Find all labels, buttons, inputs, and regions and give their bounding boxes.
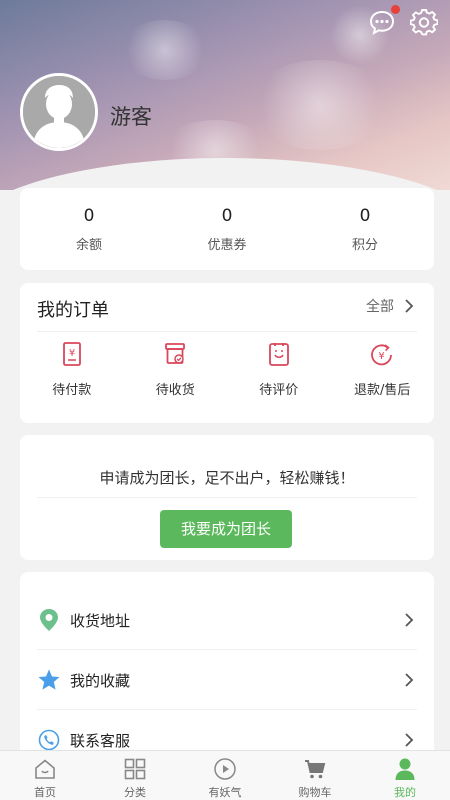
chevron-right-icon	[405, 613, 414, 627]
order-pending-delivery[interactable]: 待收货	[124, 341, 228, 398]
menu-item-favorites[interactable]: 我的收藏	[37, 650, 417, 710]
become-leader-card: 申请成为团长，足不出户，轻松赚钱！ 我要成为团长	[20, 435, 434, 560]
tab-mine[interactable]: 我的	[360, 751, 450, 800]
order-refund-aftersale[interactable]: ¥ 退款/售后	[331, 341, 435, 398]
star-icon	[37, 668, 61, 692]
message-button[interactable]	[368, 5, 400, 37]
phone-icon	[37, 728, 61, 752]
my-orders-card: 我的订单 全部 ¥ 待付款 待收货 待评价 ¥ 退款/售后	[20, 283, 434, 423]
tab-label: 有妖气	[208, 786, 242, 799]
tab-label: 我的	[394, 786, 416, 799]
stat-label: 积分	[351, 238, 378, 253]
stat-coupons[interactable]: 0 优惠券	[158, 188, 296, 270]
order-item-label: 退款/售后	[354, 383, 411, 398]
default-user-avatar-icon	[23, 76, 95, 148]
chevron-right-icon	[405, 733, 414, 747]
grid-icon	[124, 758, 146, 780]
leader-promo-text: 申请成为团长，足不出户，轻松赚钱！	[99, 469, 355, 487]
order-item-label: 待付款	[52, 383, 92, 398]
tab-category[interactable]: 分类	[90, 751, 180, 800]
view-all-orders-link[interactable]: 全部	[366, 296, 414, 316]
menu-item-label: 联系客服	[70, 731, 131, 750]
refund-icon: ¥	[371, 344, 393, 366]
order-pending-review[interactable]: 待评价	[227, 341, 331, 398]
stat-value: 0	[83, 206, 95, 226]
gear-icon	[409, 8, 439, 36]
svg-text:¥: ¥	[69, 348, 75, 359]
order-pending-payment[interactable]: ¥ 待付款	[20, 341, 124, 398]
delivery-pending-icon	[165, 343, 186, 364]
payment-pending-icon: ¥	[62, 342, 81, 366]
menu-item-label: 收货地址	[70, 611, 131, 630]
orders-title: 我的订单	[37, 300, 109, 321]
stat-label: 余额	[75, 238, 102, 253]
svg-text:¥: ¥	[379, 351, 385, 362]
tab-cart[interactable]: 购物车	[270, 751, 360, 800]
chevron-right-icon	[405, 299, 414, 313]
tab-label: 首页	[34, 786, 56, 799]
tab-label: 分类	[124, 786, 146, 799]
become-leader-button[interactable]: 我要成为团长	[160, 510, 292, 548]
location-pin-icon	[37, 608, 61, 632]
menu-item-label: 我的收藏	[70, 671, 131, 690]
order-item-label: 待评价	[259, 383, 299, 398]
chevron-right-icon	[405, 673, 414, 687]
username[interactable]: 游客	[110, 101, 152, 131]
stat-value: 0	[359, 206, 371, 226]
cart-icon	[305, 760, 326, 779]
unread-dot	[391, 5, 400, 14]
view-all-label: 全部	[366, 299, 394, 315]
header-actions	[368, 5, 439, 37]
order-item-label: 待收货	[155, 383, 195, 398]
user-icon	[395, 758, 415, 780]
stat-value: 0	[221, 206, 233, 226]
stat-label: 优惠券	[207, 238, 247, 253]
review-pending-icon	[268, 343, 289, 366]
divider	[37, 331, 417, 332]
settings-button[interactable]	[409, 8, 439, 37]
bottom-tab-bar: 首页 分类 有妖气 购物车 我的	[0, 750, 450, 800]
stat-balance[interactable]: 0 余额	[20, 188, 158, 270]
avatar[interactable]	[20, 73, 98, 151]
home-icon	[35, 759, 55, 779]
tab-home[interactable]: 首页	[0, 751, 90, 800]
tab-label: 购物车	[298, 786, 332, 799]
menu-item-address[interactable]: 收货地址	[37, 590, 417, 650]
account-stats-card: 0 余额 0 优惠券 0 积分	[20, 188, 434, 270]
play-icon	[214, 758, 236, 780]
stat-points[interactable]: 0 积分	[296, 188, 434, 270]
divider	[37, 497, 417, 498]
chat-bubble-icon	[369, 10, 395, 35]
tab-youyaoqi[interactable]: 有妖气	[180, 751, 270, 800]
menu-list: 收货地址 我的收藏 联系客服	[20, 572, 434, 772]
